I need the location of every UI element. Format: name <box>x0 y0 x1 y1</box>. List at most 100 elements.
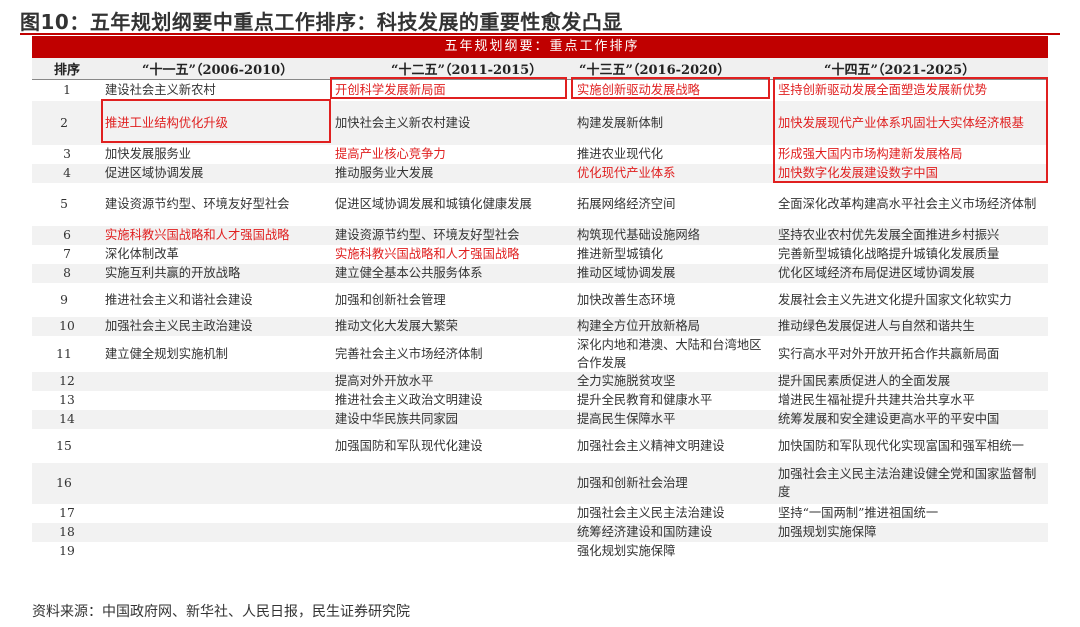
table-row: 16 加强和创新社会治理 加强社会主义民主法治建设健全党和国家监督制度 <box>32 462 1049 504</box>
rank-cell: 2 <box>32 100 102 145</box>
table-row: 3 加快发展服务业 提高产业核心竞争力 推进农业现代化 形成强大国内市场构建新发展格局 <box>32 145 1048 164</box>
plan-14-cell: 坚持农业农村优先发展全面推进乡村振兴 <box>774 225 1049 245</box>
table-banner-row: 五年规划纲要：重点工作排序 <box>32 36 1049 58</box>
table-row: 15 加强国防和军队现代化建设 加强社会主义精神文明建设 加快国防和军队现代化实现富国… <box>32 429 1048 463</box>
plan-11-cell <box>102 522 331 542</box>
plan-12-cell <box>331 462 573 504</box>
plan-11-cell <box>102 504 331 523</box>
plan-12-cell: 推动文化大发展大繁荣 <box>331 316 573 336</box>
header-rank: 排序 <box>32 58 102 80</box>
table-row: 9 推进社会主义和谐社会建设 加强和创新社会管理 加快改善生态环境 发展社会主义先进文化… <box>32 283 1048 317</box>
table-row: 6 实施科教兴国战略和人才强国战略 建设资源节约型、环境友好型社会 构筑现代基础设施网… <box>32 225 1049 245</box>
plan-13-cell: 优化现代产业体系 <box>573 163 774 183</box>
plan-12-cell: 建设中华民族共同家园 <box>331 409 573 429</box>
plan-12-cell <box>331 504 573 523</box>
header-12th-plan: “十二五”（2011-2015） <box>331 58 573 80</box>
rank-cell: 5 <box>60 197 68 211</box>
plan-13-cell: 加强和创新社会治理 <box>573 462 774 504</box>
table-row: 13 推进社会主义政治文明建设 提升全民教育和健康水平 增进民生福祉提升共建共治共享水… <box>32 391 1048 410</box>
rank-cell: 7 <box>63 247 71 261</box>
plan-12-cell: 促进区域协调发展和城镇化健康发展 <box>335 197 532 211</box>
plan-11-cell <box>102 542 331 561</box>
table-row: 5 建设资源节约型、环境友好型社会 促进区域协调发展和城镇化健康发展 拓展网络经济空间… <box>32 183 1048 226</box>
table-row: 8 实施互利共赢的开放战略 建立健全基本公共服务体系 推动区域协调发展 优化区域经济布局… <box>32 263 1049 283</box>
plan-13-cell: 构筑现代基础设施网络 <box>573 225 774 245</box>
plan-13-cell: 加快改善生态环境 <box>577 292 676 307</box>
table-row: 10 加强社会主义民主政治建设 推动文化大发展大繁荣 构建全方位开放新格局 推动绿色发展… <box>32 316 1049 336</box>
plan-11-cell <box>102 462 331 504</box>
rank-cell: 18 <box>32 522 102 542</box>
plan-14-cell: 加快发展现代产业体系巩固壮大实体经济根基 <box>774 100 1049 145</box>
plan-12-cell: 加快社会主义新农村建设 <box>331 100 573 145</box>
plan-14-cell: 完善新型城镇化战略提升城镇化发展质量 <box>778 247 1000 261</box>
rank-cell: 1 <box>63 83 71 98</box>
rank-cell: 6 <box>32 225 102 245</box>
plan-14-cell: 发展社会主义先进文化提升国家文化软实力 <box>778 292 1012 307</box>
plan-13-cell: 构建发展新体制 <box>573 100 774 145</box>
rank-cell: 3 <box>63 147 71 161</box>
plan-14-cell: 实行高水平对外开放开拓合作共赢新局面 <box>778 346 1000 361</box>
plan-12-cell: 实施科教兴国战略和人才强国战略 <box>335 247 520 261</box>
plan-14-cell: 推动绿色发展促进人与自然和谐共生 <box>774 316 1049 336</box>
plan-13-cell: 推动区域协调发展 <box>573 263 774 283</box>
plan-12-cell: 建设资源节约型、环境友好型社会 <box>331 225 573 245</box>
rank-cell: 19 <box>59 544 75 558</box>
plan-12-cell: 加强国防和军队现代化建设 <box>335 438 483 453</box>
plan-11-cell: 建立健全规划实施机制 <box>105 346 228 361</box>
plan-11-cell: 实施科教兴国战略和人才强国战略 <box>102 225 331 245</box>
table-row: 2 推进工业结构优化升级 加快社会主义新农村建设 构建发展新体制 加快发展现代产业体系巩… <box>32 100 1049 145</box>
table-header-row: 排序 “十一五”（2006-2010） “十二五”（2011-2015） “十三… <box>32 58 1049 80</box>
plan-12-cell <box>331 522 573 542</box>
plan-11-cell: 加快发展服务业 <box>105 147 192 161</box>
plan-14-cell <box>774 542 1048 561</box>
table-row: 1 建设社会主义新农村 开创科学发展新局面 实施创新驱动发展战略 坚持创新驱动发展全面塑… <box>32 80 1048 101</box>
plan-13-cell: 加强社会主义民主法治建设 <box>577 506 725 520</box>
plan-14-cell: 优化区域经济布局促进区域协调发展 <box>774 263 1049 283</box>
plan-12-cell: 完善社会主义市场经济体制 <box>335 346 483 361</box>
table-row: 4 促进区域协调发展 推动服务业大发展 优化现代产业体系 加快数字化发展建设数字中国 <box>32 163 1049 183</box>
table-body: 1 建设社会主义新农村 开创科学发展新局面 实施创新驱动发展战略 坚持创新驱动发展全面塑… <box>32 80 1049 561</box>
header-11th-plan: “十一五”（2006-2010） <box>102 58 331 80</box>
plan-13-cell: 提高民生保障水平 <box>573 409 774 429</box>
plan-13-cell: 构建全方位开放新格局 <box>573 316 774 336</box>
plan-14-cell: 加强规划实施保障 <box>774 522 1049 542</box>
plan-12-cell: 提高对外开放水平 <box>331 371 573 391</box>
plan-11-cell: 建设社会主义新农村 <box>105 83 216 98</box>
plan-14-cell: 坚持创新驱动发展全面塑造发展新优势 <box>778 83 988 98</box>
plan-13-cell: 推进新型城镇化 <box>577 247 664 261</box>
plan-13-cell: 强化规划实施保障 <box>577 544 676 558</box>
plan-12-cell: 提高产业核心竞争力 <box>335 147 446 161</box>
plan-11-cell: 推进工业结构优化升级 <box>102 100 331 145</box>
plan-13-cell: 实施创新驱动发展战略 <box>577 83 700 98</box>
rank-cell: 10 <box>32 316 102 336</box>
plan-13-cell: 统筹经济建设和国防建设 <box>573 522 774 542</box>
table-row: 12 提高对外开放水平 全力实施脱贫攻坚 提升国民素质促进人的全面发展 <box>32 371 1049 391</box>
rank-cell: 15 <box>56 438 72 453</box>
plan-11-cell <box>102 429 331 463</box>
rank-cell: 12 <box>32 371 102 391</box>
plan-13-cell: 提升全民教育和健康水平 <box>577 393 713 407</box>
rank-cell: 16 <box>32 462 102 504</box>
table-row: 17 加强社会主义民主法治建设 坚持“一国两制”推进祖国统一 <box>32 504 1048 523</box>
plan-14-cell: 全面深化改革构建高水平社会主义市场经济体制 <box>778 197 1037 211</box>
plan-14-cell: 加快数字化发展建设数字中国 <box>774 163 1049 183</box>
title-divider <box>20 33 1060 35</box>
plan-11-cell: 建设资源节约型、环境友好型社会 <box>105 197 290 211</box>
plan-11-cell: 推进社会主义和谐社会建设 <box>105 292 253 307</box>
plan-13-cell: 推进农业现代化 <box>577 147 664 161</box>
plan-13-cell: 拓展网络经济空间 <box>577 197 676 211</box>
plan-14-cell: 加快国防和军队现代化实现富国和强军相统一 <box>778 438 1024 453</box>
rank-cell: 8 <box>32 263 102 283</box>
rank-cell: 9 <box>60 292 68 307</box>
table-banner: 五年规划纲要：重点工作排序 <box>32 36 1049 58</box>
plan-14-cell: 形成强大国内市场构建新发展格局 <box>778 147 963 161</box>
plan-12-cell: 推动服务业大发展 <box>331 163 573 183</box>
rank-cell: 11 <box>56 346 72 361</box>
priority-table-container: 五年规划纲要：重点工作排序 排序 “十一五”（2006-2010） “十二五”（… <box>32 36 1049 561</box>
table-row: 18 统筹经济建设和国防建设 加强规划实施保障 <box>32 522 1049 542</box>
table-row: 14 建设中华民族共同家园 提高民生保障水平 统筹发展和安全建设更高水平的平安中国 <box>32 409 1049 429</box>
header-14th-plan: “十四五”（2021-2025） <box>774 58 1049 80</box>
plan-12-cell: 建立健全基本公共服务体系 <box>331 263 573 283</box>
header-13th-plan: “十三五”（2016-2020） <box>573 58 774 80</box>
plan-14-cell: 增进民生福祉提升共建共治共享水平 <box>778 393 975 407</box>
